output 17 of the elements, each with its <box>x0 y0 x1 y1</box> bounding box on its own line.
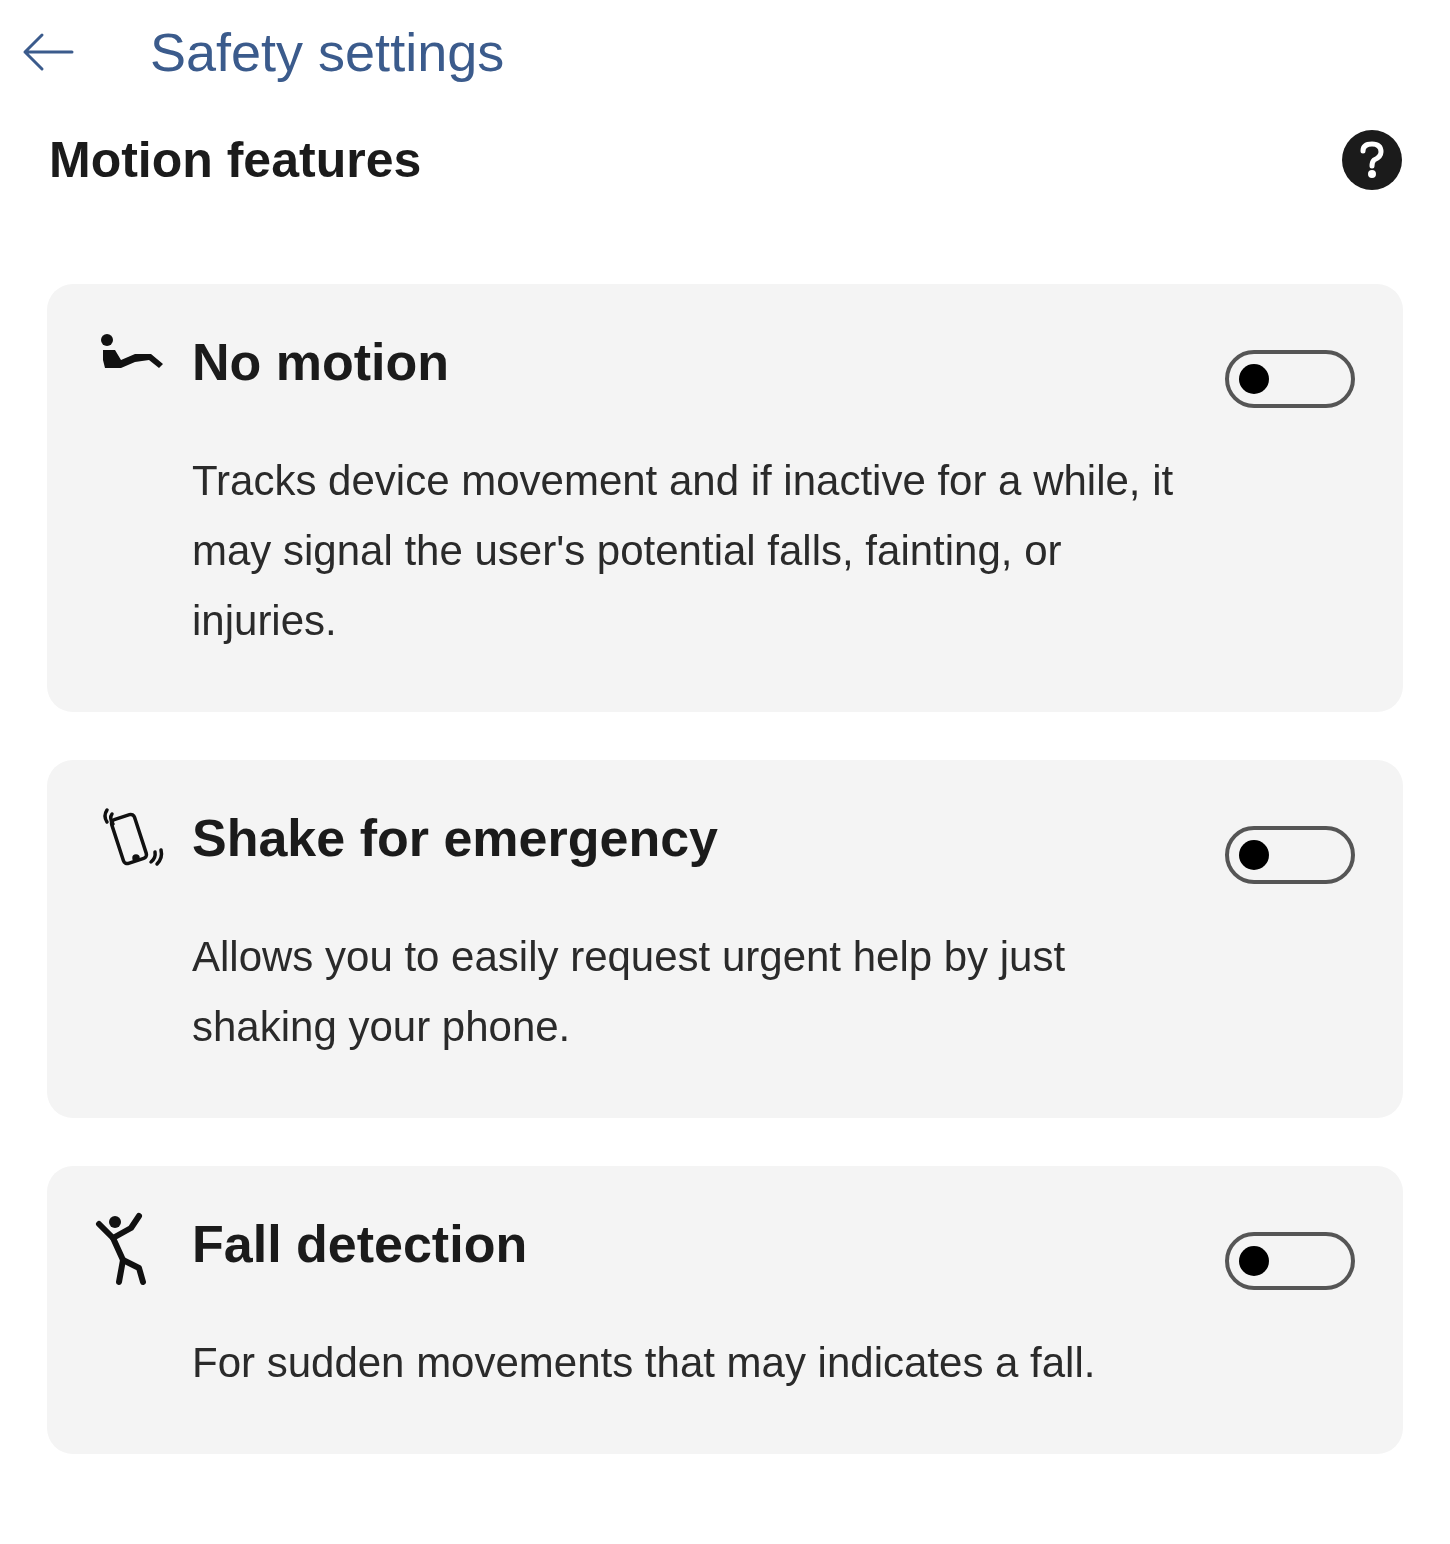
feature-title: Shake for emergency <box>192 808 719 869</box>
feature-description: Tracks device movement and if inactive for a while, it may signal the user's potential falls, fainting, or injuries. <box>192 456 1175 646</box>
feature-title: No motion <box>192 332 450 393</box>
feature-title: Fall detection <box>192 1214 528 1275</box>
back-arrow-icon <box>22 32 74 72</box>
feature-description: For sudden movements that may indicates a fall. <box>192 1338 1097 1388</box>
toggle-knob-icon <box>1239 840 1269 870</box>
toggle-switch[interactable] <box>1225 350 1355 408</box>
toggle-knob-icon <box>1239 364 1269 394</box>
toggle-switch[interactable] <box>1225 826 1355 884</box>
section-title: Motion features <box>49 130 422 190</box>
page-title: Safety settings <box>150 20 505 84</box>
question-mark-icon <box>1360 141 1384 179</box>
feature-description: Allows you to easily request urgent help by just shaking your phone. <box>192 932 1067 1052</box>
help-button[interactable] <box>1342 130 1402 190</box>
toggle-knob-icon <box>1239 1246 1269 1276</box>
toggle-switch[interactable] <box>1225 1232 1355 1290</box>
